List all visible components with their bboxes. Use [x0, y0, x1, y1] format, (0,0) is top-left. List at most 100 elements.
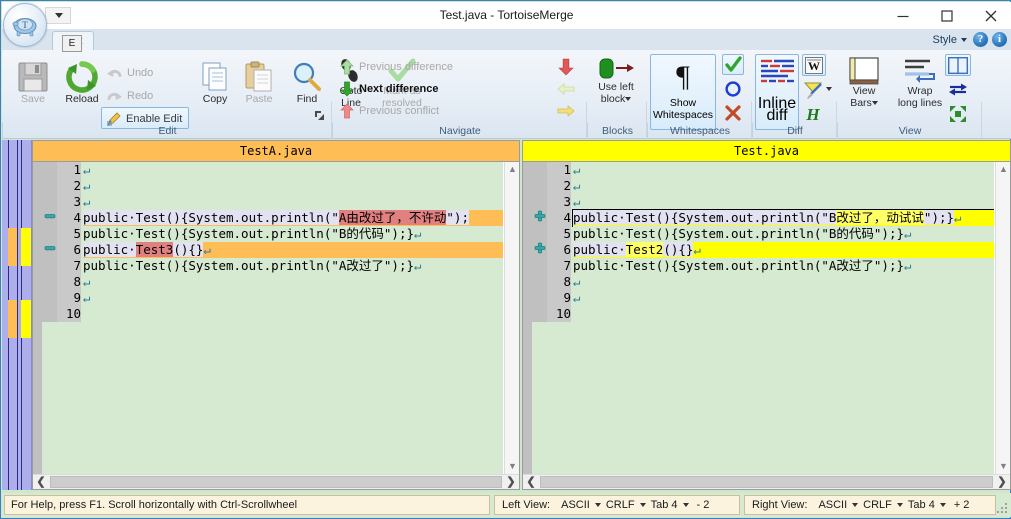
- scroll-up-icon[interactable]: ▲: [505, 162, 520, 177]
- line-change-marker[interactable]: [532, 290, 547, 306]
- close-button[interactable]: [969, 2, 1011, 29]
- code-line[interactable]: 4 public·Test(){System.out.println("B改过了，…: [532, 209, 994, 227]
- left-view-encoding[interactable]: ASCII: [561, 496, 590, 514]
- line-change-marker[interactable]: [532, 258, 547, 274]
- caret-down-icon[interactable]: [639, 503, 646, 507]
- about-button[interactable]: i: [992, 32, 1007, 47]
- reload-button[interactable]: Reload: [60, 60, 104, 106]
- line-text[interactable]: public·Test(){System.out.println("A改过了")…: [83, 258, 503, 274]
- line-change-marker[interactable]: [42, 194, 57, 210]
- line-change-marker[interactable]: [532, 242, 547, 258]
- use-left-block-button[interactable]: Use left block: [590, 56, 642, 105]
- code-line[interactable]: 10: [532, 306, 994, 322]
- edit-group-dialog-launcher[interactable]: [314, 110, 325, 121]
- line-change-marker[interactable]: [42, 162, 57, 178]
- caret-down-icon[interactable]: [852, 503, 859, 507]
- right-view-eol[interactable]: CRLF: [863, 496, 892, 514]
- line-change-marker[interactable]: [532, 162, 547, 178]
- view-bars-button[interactable]: View Bars: [840, 56, 888, 109]
- right-view-tab[interactable]: Tab 4: [908, 496, 935, 514]
- chevron-down-icon[interactable]: [826, 87, 832, 91]
- locator-diff-marker[interactable]: [8, 300, 17, 338]
- scroll-down-icon[interactable]: ▼: [996, 459, 1011, 474]
- next-conflict-button[interactable]: [557, 58, 575, 81]
- show-whitespaces-button[interactable]: ¶ Show Whitespaces: [650, 54, 716, 130]
- line-change-marker[interactable]: [42, 242, 57, 258]
- copy-button[interactable]: Copy: [194, 60, 236, 106]
- ignore-whitespace-changes-button[interactable]: [722, 54, 744, 75]
- line-text[interactable]: public·Test2(){}↵: [573, 242, 994, 258]
- locator-diff-marker[interactable]: [8, 228, 17, 266]
- scroll-thumb[interactable]: [50, 476, 502, 488]
- two-pane-view-button[interactable]: [945, 54, 971, 76]
- code-line[interactable]: 3 ↵: [532, 194, 994, 210]
- scroll-right-icon[interactable]: ❯: [994, 475, 1010, 489]
- diff-overview-bar[interactable]: [2, 140, 32, 490]
- right-pane-gutter[interactable]: [523, 162, 532, 474]
- code-line[interactable]: 9 ↵: [532, 290, 994, 306]
- code-line[interactable]: 6 public·Test3(){}↵: [42, 242, 503, 258]
- left-view-eol[interactable]: CRLF: [606, 496, 635, 514]
- wrap-long-lines-button[interactable]: Wrap long lines: [890, 56, 950, 109]
- code-line[interactable]: 7 public·Test(){System.out.println("A改过了"…: [42, 258, 503, 274]
- right-view-encoding[interactable]: ASCII: [818, 496, 847, 514]
- chevron-down-icon[interactable]: [871, 100, 878, 105]
- previous-change-button[interactable]: [557, 80, 575, 103]
- locator-diff-marker[interactable]: [21, 300, 31, 338]
- line-text[interactable]: [83, 306, 503, 322]
- quick-access-toolbar-dropdown[interactable]: [45, 7, 71, 24]
- left-vertical-scrollbar[interactable]: ▲ ▼: [504, 162, 519, 474]
- left-pane-gutter[interactable]: [33, 162, 42, 474]
- line-change-marker[interactable]: [42, 274, 57, 290]
- switch-views-button[interactable]: [948, 80, 968, 103]
- line-text[interactable]: public·Test(){System.out.println("A由改过了，…: [83, 210, 503, 227]
- code-line[interactable]: 5 public·Test(){System.out.println("B的代码"…: [532, 226, 994, 242]
- line-text[interactable]: ↵: [83, 290, 503, 306]
- caret-down-icon[interactable]: [594, 503, 601, 507]
- line-text[interactable]: [573, 306, 994, 322]
- scroll-thumb[interactable]: [540, 476, 993, 488]
- caret-down-icon[interactable]: [939, 503, 946, 507]
- code-line[interactable]: 7 public·Test(){System.out.println("A改过了"…: [532, 258, 994, 274]
- code-line[interactable]: 1 ↵: [532, 162, 994, 178]
- line-text[interactable]: public·Test(){System.out.println("A改过了")…: [573, 258, 994, 274]
- redo-button[interactable]: Redo: [106, 87, 153, 105]
- compare-whitespaces-button[interactable]: [724, 80, 742, 103]
- find-button[interactable]: Find: [288, 60, 326, 106]
- scroll-right-icon[interactable]: ❯: [503, 475, 519, 489]
- left-code-area[interactable]: 1 ↵ 2 ↵ 3 ↵ 4 public·Test(){System.out.println(…: [42, 162, 503, 474]
- help-button[interactable]: ?: [973, 32, 988, 47]
- line-change-marker[interactable]: [42, 258, 57, 274]
- line-change-marker[interactable]: [42, 226, 57, 242]
- code-line[interactable]: 2 ↵: [42, 178, 503, 194]
- left-view-tab[interactable]: Tab 4: [651, 496, 678, 514]
- code-line[interactable]: 8 ↵: [532, 274, 994, 290]
- code-line[interactable]: 5 public·Test(){System.out.println("B的代码"…: [42, 226, 503, 242]
- minimize-button[interactable]: [881, 2, 925, 29]
- scroll-left-icon[interactable]: ❮: [523, 475, 539, 489]
- line-text[interactable]: ↵: [83, 194, 503, 210]
- line-text[interactable]: ↵: [573, 178, 994, 194]
- word-wrap-diff-button[interactable]: W: [802, 54, 826, 76]
- scroll-up-icon[interactable]: ▲: [996, 162, 1011, 177]
- line-text[interactable]: ↵: [573, 162, 994, 178]
- line-change-marker[interactable]: [42, 210, 57, 226]
- chevron-down-icon[interactable]: [961, 37, 967, 42]
- line-text[interactable]: public·Test(){System.out.println("B改过了，动…: [572, 209, 994, 227]
- caret-down-icon[interactable]: [682, 503, 689, 507]
- code-line[interactable]: 9 ↵: [42, 290, 503, 306]
- line-change-marker[interactable]: [42, 306, 57, 322]
- line-change-marker[interactable]: [532, 178, 547, 194]
- maximize-button[interactable]: [925, 2, 969, 29]
- right-code-area[interactable]: 1 ↵ 2 ↵ 3 ↵ 4 public·Test(){System.out.println(…: [532, 162, 994, 474]
- previous-conflict-button[interactable]: Previous conflict: [339, 102, 439, 120]
- line-change-marker[interactable]: [42, 290, 57, 306]
- style-menu-label[interactable]: Style: [933, 34, 957, 46]
- undo-button[interactable]: Undo: [106, 64, 153, 82]
- right-horizontal-scrollbar[interactable]: ❮ ❯: [523, 474, 1010, 489]
- locator-diff-marker[interactable]: [21, 228, 31, 266]
- code-line[interactable]: 6 public·Test2(){}↵: [532, 242, 994, 258]
- line-text[interactable]: public·Test(){System.out.println("B的代码")…: [573, 226, 994, 242]
- resize-grip-icon[interactable]: [995, 501, 1009, 515]
- line-change-marker[interactable]: [532, 226, 547, 242]
